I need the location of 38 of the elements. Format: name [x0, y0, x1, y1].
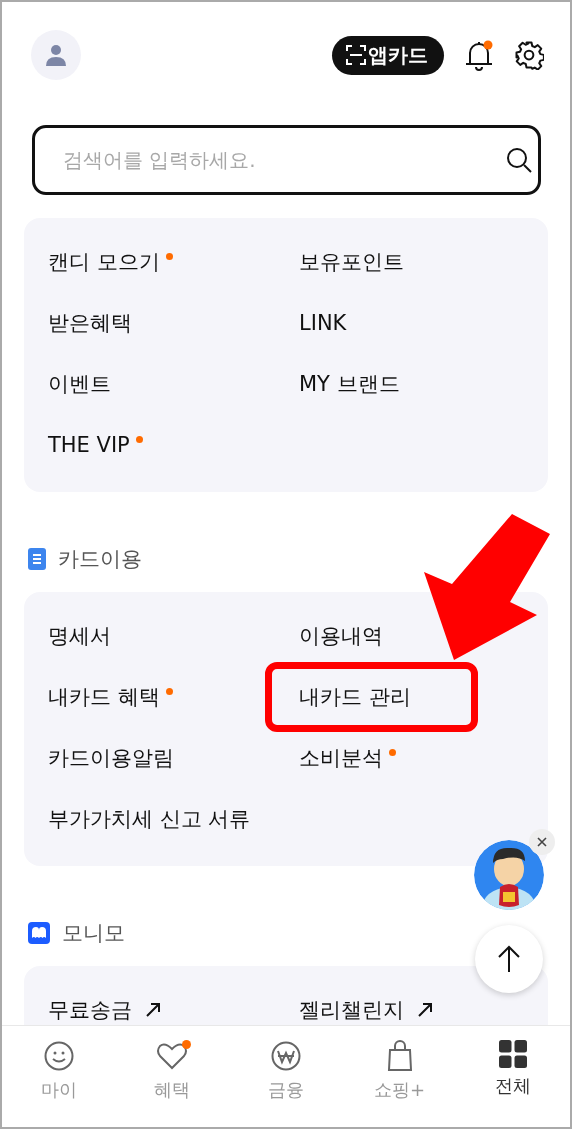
close-icon — [537, 837, 547, 847]
nav-tab[interactable]: 전체 — [456, 1026, 570, 1127]
app-logo-icon — [28, 922, 50, 944]
grid-icon — [499, 1040, 528, 1068]
menu-item[interactable]: MY 브랜드 — [299, 369, 400, 398]
menu-item[interactable]: 이벤트 — [48, 369, 111, 398]
smiley-icon — [42, 1040, 75, 1072]
search-icon[interactable] — [505, 146, 533, 174]
settings-icon[interactable] — [514, 40, 544, 70]
menu-item[interactable]: 보유포인트 — [299, 247, 404, 276]
document-icon — [28, 548, 46, 570]
scan-icon — [346, 45, 366, 65]
section-title: 모니모 — [62, 920, 125, 947]
menu-item[interactable]: 내카드 관리 — [299, 682, 411, 711]
menu-item[interactable]: 소비분석 — [299, 743, 383, 772]
app-card-button[interactable]: 앱카드 — [332, 35, 444, 75]
profile-avatar[interactable] — [31, 30, 81, 80]
menu-item[interactable]: 캔디 모으기 — [48, 247, 160, 276]
person-icon — [45, 43, 67, 67]
menu-item[interactable]: LINK — [299, 310, 347, 335]
menu-item[interactable]: 부가가치세 신고 서류 — [48, 804, 251, 833]
arrow-up-icon — [497, 945, 521, 973]
mascot-avatar[interactable] — [473, 839, 545, 911]
section-title: 카드이용 — [58, 546, 142, 573]
menu-item[interactable]: 명세서 — [48, 621, 111, 650]
notification-icon[interactable] — [464, 39, 494, 71]
menu-item[interactable]: 이용내역 — [299, 621, 383, 650]
menu-item[interactable]: 카드이용알림 — [48, 743, 174, 772]
search-field[interactable]: 검색어를 입력하세요. — [32, 125, 541, 195]
won-coin-icon — [270, 1040, 302, 1072]
menu-item[interactable]: 무료송금 — [48, 995, 132, 1024]
menu-item[interactable]: 받은혜택 — [48, 308, 132, 337]
scroll-top-button[interactable] — [475, 925, 543, 993]
close-button[interactable] — [529, 829, 555, 855]
menu-item[interactable]: 젤리챌린지 — [299, 995, 404, 1024]
shopping-bag-icon — [385, 1040, 414, 1072]
menu-item[interactable]: 내카드 혜택 — [48, 682, 160, 711]
menu-item[interactable]: THE VIP — [48, 432, 130, 457]
